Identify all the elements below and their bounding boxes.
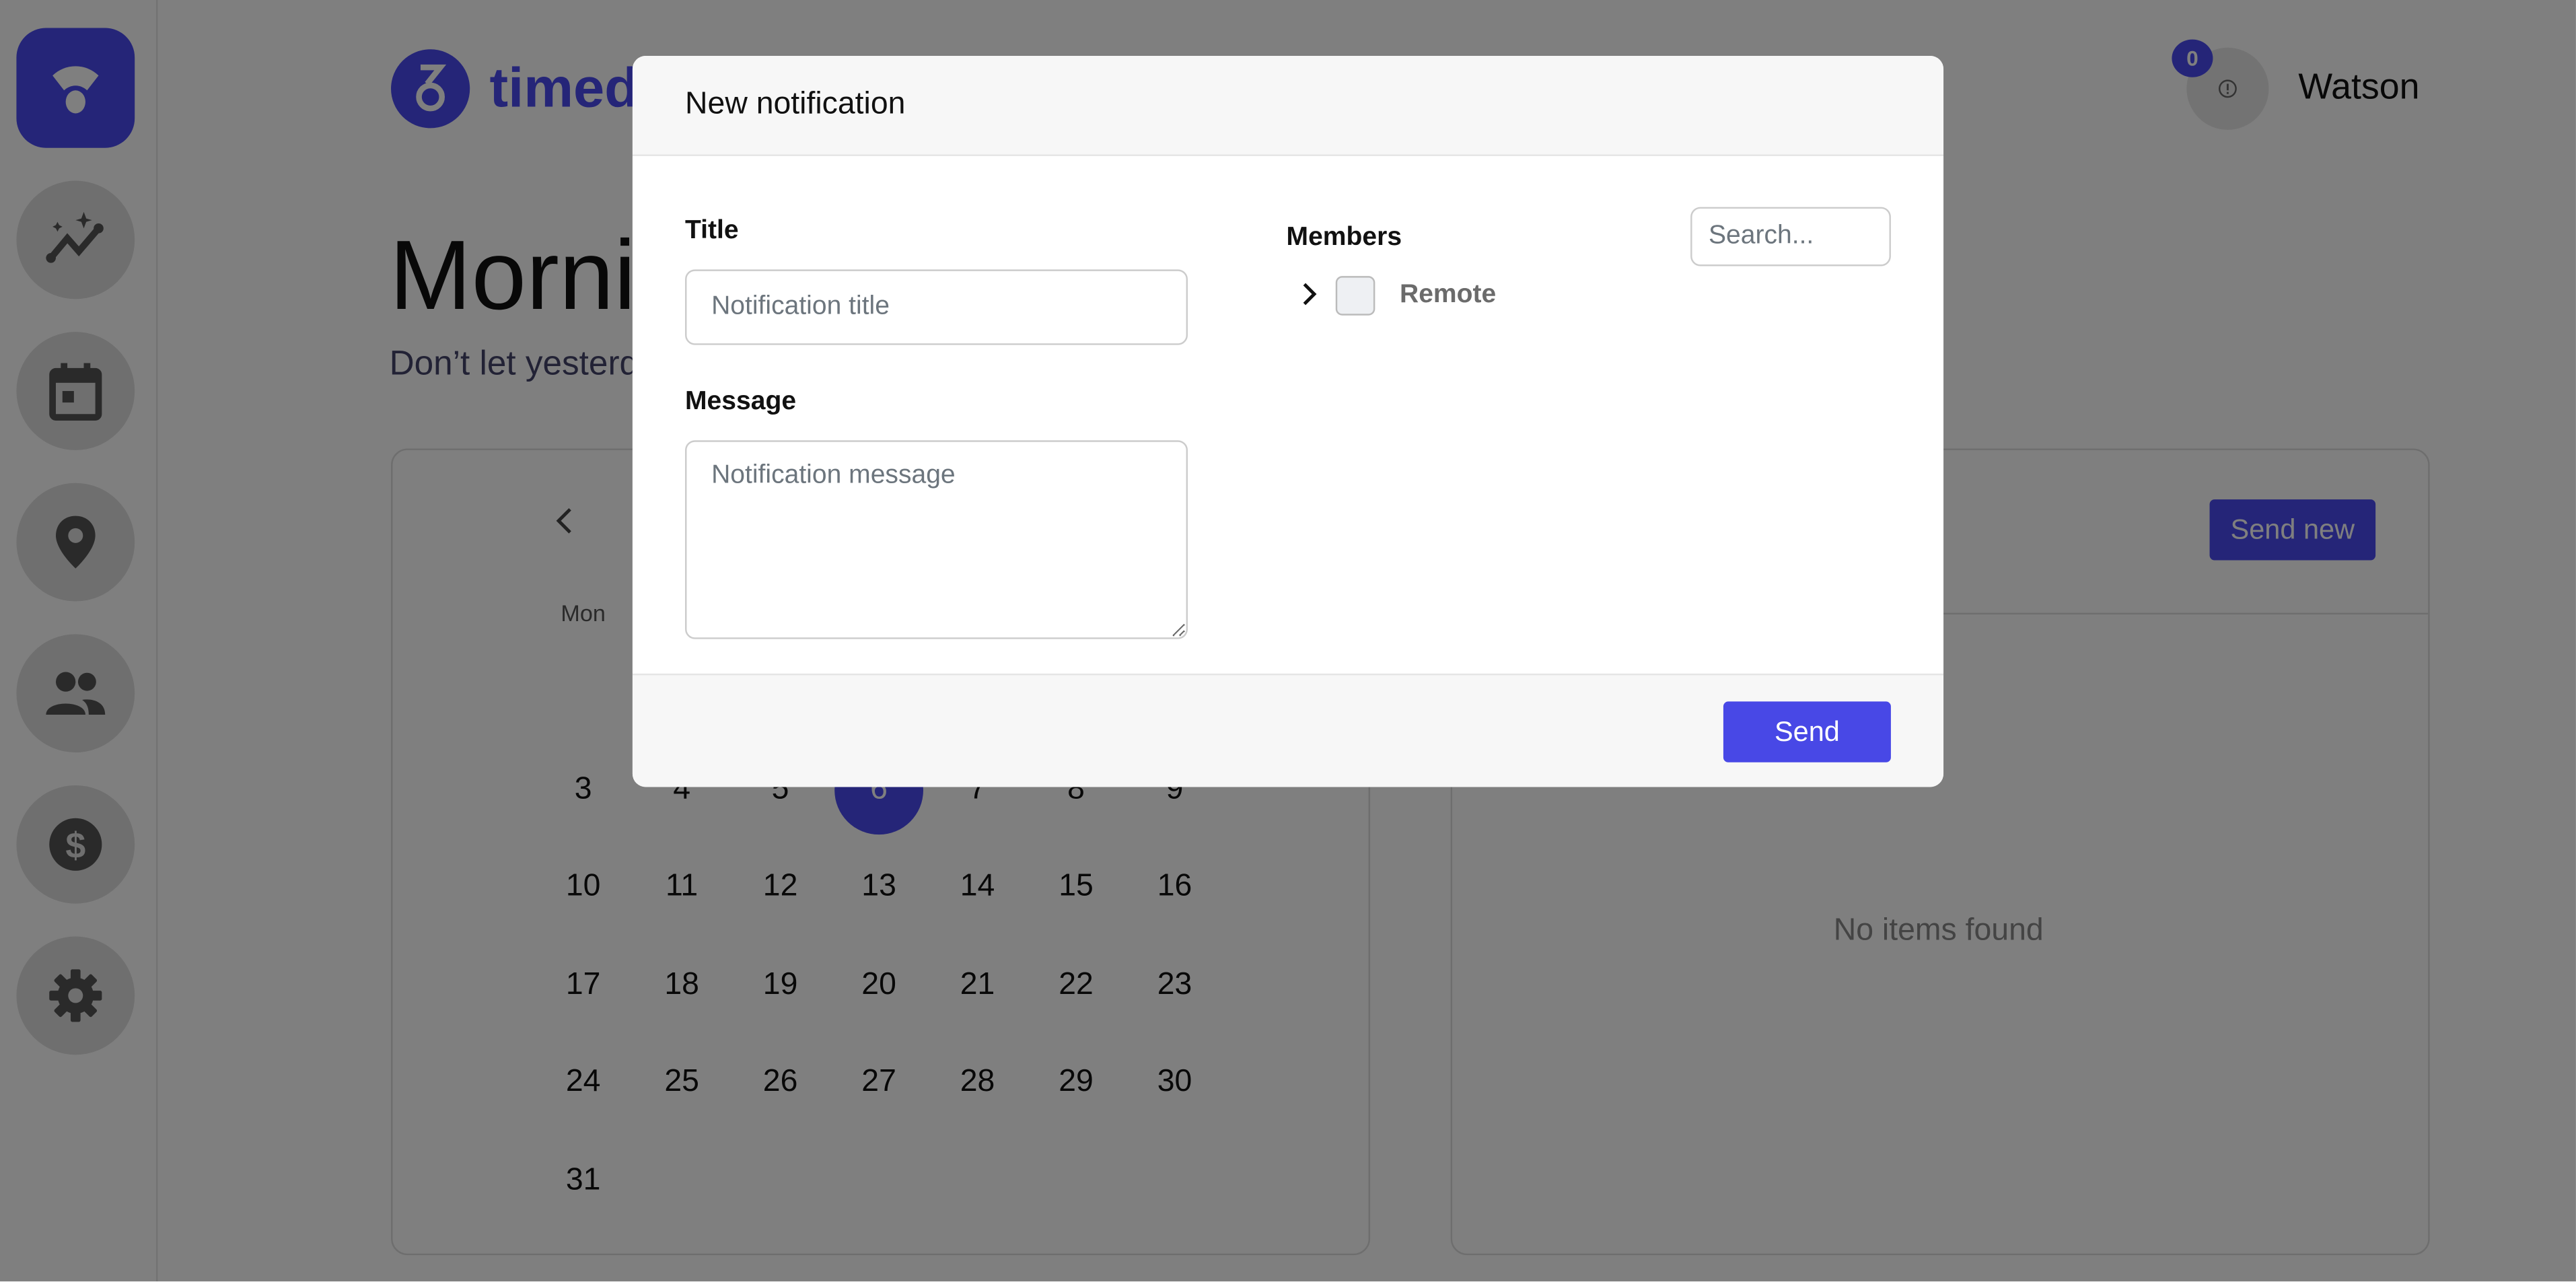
group-checkbox-remote[interactable] bbox=[1335, 276, 1375, 316]
modal-title: New notification bbox=[685, 87, 906, 122]
message-textarea[interactable] bbox=[685, 440, 1188, 639]
send-button[interactable]: Send bbox=[1723, 701, 1891, 762]
modal-footer: Send bbox=[632, 673, 1944, 787]
message-label: Message bbox=[685, 388, 797, 416]
members-label: Members bbox=[1286, 223, 1402, 252]
modal-header: New notification bbox=[632, 56, 1944, 156]
app: $ timedoctor Morning Don’t let yesterday… bbox=[0, 0, 2576, 1282]
title-input[interactable] bbox=[685, 269, 1188, 345]
chevron-right-icon[interactable] bbox=[1299, 281, 1319, 307]
new-notification-modal: New notification Title Message Members R… bbox=[632, 56, 1944, 787]
group-name: Remote bbox=[1399, 281, 1497, 309]
members-search-input[interactable] bbox=[1690, 207, 1891, 266]
title-label: Title bbox=[685, 217, 739, 245]
